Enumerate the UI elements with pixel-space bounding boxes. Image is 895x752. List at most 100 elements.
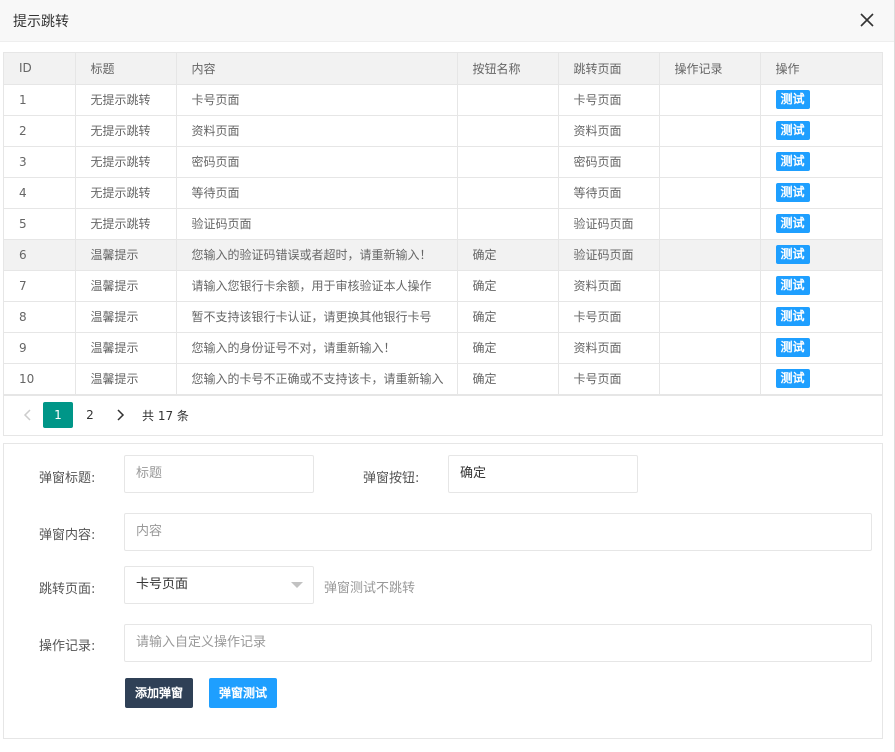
cell-content: 等待页面 bbox=[176, 177, 458, 209]
cell-page: 卡号页面 bbox=[558, 301, 660, 333]
content-label: 弹窗内容: bbox=[39, 528, 96, 543]
cell-action: 测试 bbox=[760, 270, 882, 302]
test-button[interactable]: 测试 bbox=[775, 369, 810, 388]
cell-action: 测试 bbox=[760, 301, 882, 333]
table-row: 6 温馨提示 您输入的验证码错误或者超时，请重新输入！ 确定 验证码页面 测试 bbox=[4, 239, 882, 271]
cell-page: 卡号页面 bbox=[558, 363, 660, 395]
col-header-action: 操作 bbox=[760, 53, 882, 85]
test-button[interactable]: 测试 bbox=[775, 276, 810, 295]
cell-action: 测试 bbox=[760, 177, 882, 209]
page-select-value: 卡号页面 bbox=[136, 577, 189, 592]
col-header-record: 操作记录 bbox=[659, 53, 761, 85]
cell-button: 确定 bbox=[457, 270, 559, 302]
page-hint: 弹窗测试不跳转 bbox=[324, 581, 416, 596]
cell-button bbox=[457, 115, 559, 147]
content-input[interactable]: 内容 bbox=[124, 513, 872, 551]
cell-title: 温馨提示 bbox=[75, 270, 177, 302]
cell-button: 确定 bbox=[457, 363, 559, 395]
table-row: 10 温馨提示 您输入的卡号不正确或不支持该卡，请重新输入 确定 卡号页面 测试 bbox=[4, 363, 882, 395]
cell-title: 无提示跳转 bbox=[75, 84, 177, 116]
cell-title: 无提示跳转 bbox=[75, 208, 177, 240]
test-button[interactable]: 测试 bbox=[775, 183, 810, 202]
cell-page: 资料页面 bbox=[558, 270, 660, 302]
cell-record bbox=[659, 84, 761, 116]
cell-action: 测试 bbox=[760, 146, 882, 178]
cell-action: 测试 bbox=[760, 208, 882, 240]
test-button[interactable]: 测试 bbox=[775, 121, 810, 140]
jump-table: ID 标题 内容 按钮名称 跳转页面 操作记录 操作 1 无提示跳转 卡号页面 … bbox=[3, 52, 883, 436]
cell-title: 温馨提示 bbox=[75, 332, 177, 364]
cell-content: 密码页面 bbox=[176, 146, 458, 178]
cell-content: 您输入的卡号不正确或不支持该卡，请重新输入 bbox=[176, 363, 458, 395]
total-count: 共 17 条 bbox=[142, 408, 189, 423]
table-row: 1 无提示跳转 卡号页面 卡号页面 测试 bbox=[4, 84, 882, 116]
cell-title: 无提示跳转 bbox=[75, 146, 177, 178]
table-row: 9 温馨提示 您输入的身份证号不对，请重新输入！ 确定 资料页面 测试 bbox=[4, 332, 882, 364]
cell-content: 您输入的验证码错误或者超时，请重新输入！ bbox=[176, 239, 458, 271]
table-row: 5 无提示跳转 验证码页面 验证码页面 测试 bbox=[4, 208, 882, 240]
cell-id: 5 bbox=[4, 208, 76, 240]
dialog: 提示跳转 ID 标题 内容 按钮名称 跳转页面 操作记录 操作 1 无提示跳转 … bbox=[0, 0, 895, 752]
cell-id: 7 bbox=[4, 270, 76, 302]
table-row: 7 温馨提示 请输入您银行卡余额，用于审核验证本人操作 确定 资料页面 测试 bbox=[4, 270, 882, 302]
cell-page: 资料页面 bbox=[558, 332, 660, 364]
page-2[interactable]: 2 bbox=[75, 402, 105, 428]
cell-record bbox=[659, 146, 761, 178]
cell-content: 请输入您银行卡余额，用于审核验证本人操作 bbox=[176, 270, 458, 302]
cell-id: 9 bbox=[4, 332, 76, 364]
cell-content: 卡号页面 bbox=[176, 84, 458, 116]
add-popup-button[interactable]: 添加弹窗 bbox=[125, 678, 194, 708]
col-header-button: 按钮名称 bbox=[457, 53, 559, 85]
cell-button: 确定 bbox=[457, 332, 559, 364]
close-icon[interactable] bbox=[858, 11, 876, 29]
cell-page: 验证码页面 bbox=[558, 208, 660, 240]
button-input[interactable]: 确定 bbox=[448, 455, 638, 493]
page-label: 跳转页面: bbox=[39, 582, 96, 597]
cell-button bbox=[457, 146, 559, 178]
cell-button bbox=[457, 177, 559, 209]
cell-record bbox=[659, 363, 761, 395]
title-input[interactable]: 标题 bbox=[124, 455, 314, 493]
test-button[interactable]: 测试 bbox=[775, 152, 810, 171]
cell-id: 2 bbox=[4, 115, 76, 147]
cell-title: 无提示跳转 bbox=[75, 115, 177, 147]
cell-id: 4 bbox=[4, 177, 76, 209]
test-button[interactable]: 测试 bbox=[775, 307, 810, 326]
cell-record bbox=[659, 332, 761, 364]
page-select[interactable]: 卡号页面 bbox=[124, 566, 314, 604]
col-header-title: 标题 bbox=[75, 53, 177, 85]
cell-record bbox=[659, 270, 761, 302]
next-page-icon[interactable] bbox=[106, 402, 134, 428]
test-button[interactable]: 测试 bbox=[775, 90, 810, 109]
cell-content: 验证码页面 bbox=[176, 208, 458, 240]
table-row: 4 无提示跳转 等待页面 等待页面 测试 bbox=[4, 177, 882, 209]
cell-action: 测试 bbox=[760, 332, 882, 364]
record-label: 操作记录: bbox=[39, 639, 96, 654]
title-label: 弹窗标题: bbox=[39, 471, 96, 486]
test-button[interactable]: 测试 bbox=[775, 214, 810, 233]
page-1[interactable]: 1 bbox=[43, 402, 73, 428]
cell-button: 确定 bbox=[457, 239, 559, 271]
cell-record bbox=[659, 208, 761, 240]
record-input[interactable]: 请输入自定义操作记录 bbox=[124, 624, 872, 662]
cell-action: 测试 bbox=[760, 239, 882, 271]
test-button[interactable]: 测试 bbox=[775, 245, 810, 264]
popup-form: 弹窗标题: 标题 弹窗按钮: 确定 弹窗内容: 内容 跳转页面: 卡号页面 弹窗… bbox=[3, 443, 883, 739]
prev-page-icon[interactable] bbox=[14, 402, 42, 428]
cell-id: 3 bbox=[4, 146, 76, 178]
col-header-content: 内容 bbox=[176, 53, 458, 85]
button-label: 弹窗按钮: bbox=[363, 471, 420, 486]
test-popup-button[interactable]: 弹窗测试 bbox=[209, 678, 278, 708]
cell-record bbox=[659, 239, 761, 271]
cell-page: 密码页面 bbox=[558, 146, 660, 178]
dialog-title: 提示跳转 bbox=[13, 13, 69, 30]
cell-page: 卡号页面 bbox=[558, 84, 660, 116]
cell-id: 6 bbox=[4, 239, 76, 271]
test-button[interactable]: 测试 bbox=[775, 338, 810, 357]
pagination: 1 2 共 17 条 bbox=[4, 394, 882, 435]
cell-button: 确定 bbox=[457, 301, 559, 333]
cell-content: 暂不支持该银行卡认证，请更换其他银行卡号 bbox=[176, 301, 458, 333]
cell-record bbox=[659, 115, 761, 147]
col-header-page: 跳转页面 bbox=[558, 53, 660, 85]
cell-title: 温馨提示 bbox=[75, 301, 177, 333]
